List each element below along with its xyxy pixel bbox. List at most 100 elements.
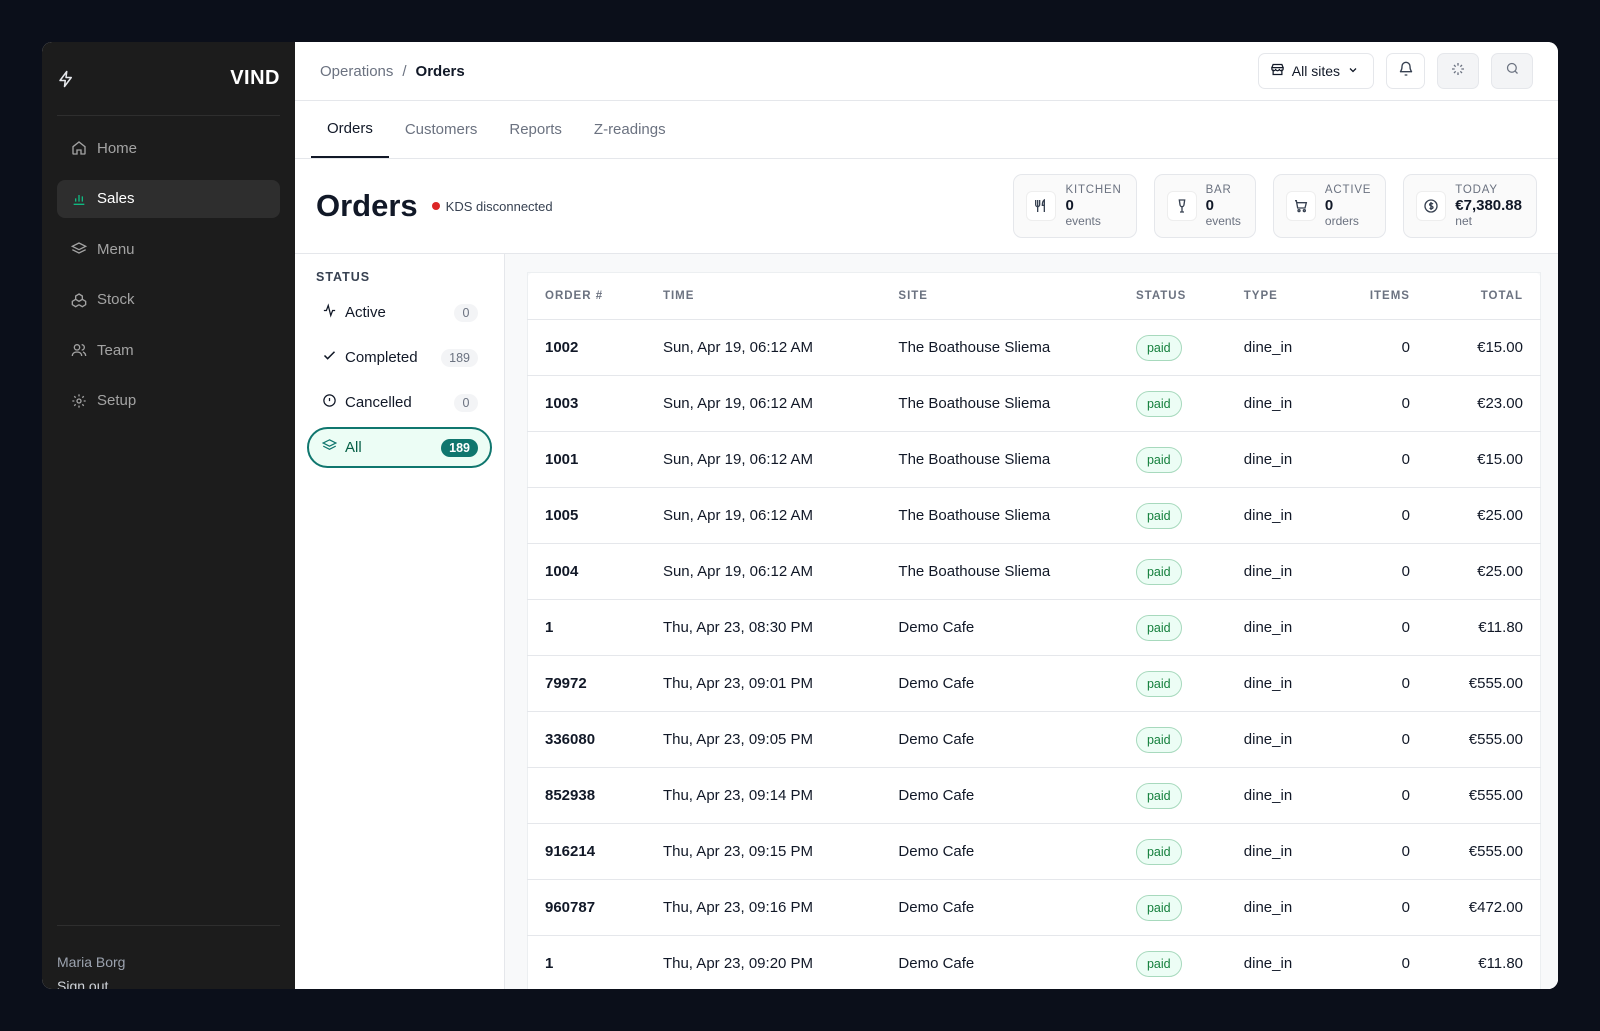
table-row[interactable]: 852938 Thu, Apr 23, 09:14 PM Demo Cafe paid…: [527, 767, 1541, 824]
sidebar-item-sales[interactable]: Sales: [57, 179, 280, 218]
sidebar-item-label: Stock: [97, 291, 135, 308]
stat-label: BAR: [1205, 184, 1232, 196]
sidebar-item-menu[interactable]: Menu: [57, 230, 280, 268]
cell-status: paid: [1118, 319, 1227, 376]
cell-order-number: 1004: [527, 543, 646, 600]
sidebar-header: VIND: [57, 42, 280, 116]
table-row[interactable]: 1 Thu, Apr 23, 08:30 PM Demo Cafe paid dine_…: [527, 599, 1541, 656]
status-badge: paid: [1135, 782, 1182, 809]
sidebar-item-home[interactable]: Home: [57, 129, 280, 167]
stat-active[interactable]: ACTIVE 0 orders: [1272, 174, 1387, 238]
filter-active[interactable]: Active 0: [307, 292, 492, 333]
table-row[interactable]: 1002 Sun, Apr 19, 06:12 AM The Boathouse S…: [527, 319, 1541, 376]
column-header-order[interactable]: ORDER #: [527, 272, 646, 320]
column-header-total[interactable]: TOTAL: [1426, 272, 1541, 320]
table-row[interactable]: 916214 Thu, Apr 23, 09:15 PM Demo Cafe paid…: [527, 823, 1541, 880]
tab-orders[interactable]: Orders: [311, 101, 389, 158]
table-row[interactable]: 1003 Sun, Apr 19, 06:12 AM The Boathouse S…: [527, 375, 1541, 432]
stat-sub: net: [1455, 214, 1472, 228]
column-header-time[interactable]: TIME: [645, 272, 882, 320]
filter-label: All: [345, 439, 362, 456]
status-badge: paid: [1135, 950, 1182, 977]
stat-bar[interactable]: BAR 0 events: [1153, 174, 1256, 238]
cell-items: 0: [1332, 879, 1427, 936]
cell-site: Demo Cafe: [881, 711, 1119, 768]
cell-order-number: 336080: [527, 711, 646, 768]
cell-items: 0: [1332, 823, 1427, 880]
cell-order-number: 960787: [527, 879, 646, 936]
cell-time: Thu, Apr 23, 08:30 PM: [645, 599, 882, 656]
stat-today[interactable]: TODAY €7,380.88 net: [1403, 174, 1537, 238]
cell-items: 0: [1332, 375, 1427, 432]
bolt-icon[interactable]: [57, 69, 77, 89]
assistant-button[interactable]: [1437, 53, 1479, 89]
sign-out-link[interactable]: Sign out: [57, 978, 280, 989]
notifications-button[interactable]: [1386, 53, 1425, 89]
cell-site: Demo Cafe: [881, 879, 1119, 936]
stat-kitchen[interactable]: KITCHEN 0 events: [1013, 174, 1137, 238]
gear-icon: [70, 392, 88, 410]
tab-z-readings[interactable]: Z-readings: [578, 101, 682, 158]
boxes-icon: [70, 291, 88, 309]
cell-items: 0: [1332, 543, 1427, 600]
column-header-site[interactable]: SITE: [881, 272, 1119, 320]
filter-label: Active: [345, 304, 386, 321]
cart-icon: [1285, 191, 1316, 221]
status-badge: paid: [1135, 838, 1182, 865]
cell-total: €11.80: [1426, 935, 1541, 989]
stat-sub: orders: [1324, 214, 1359, 228]
breadcrumb-current: Orders: [415, 62, 465, 80]
site-selector-label: All sites: [1291, 63, 1340, 79]
table-row[interactable]: 79972 Thu, Apr 23, 09:01 PM Demo Cafe paid d…: [527, 655, 1541, 712]
kds-status: KDS disconnected: [431, 199, 553, 214]
breadcrumb-parent[interactable]: Operations: [320, 63, 393, 80]
sidebar-item-setup[interactable]: Setup: [57, 382, 280, 420]
cell-items: 0: [1332, 711, 1427, 768]
filter-all[interactable]: All 189: [307, 427, 492, 468]
sidebar-item-stock[interactable]: Stock: [57, 281, 280, 319]
tab-reports[interactable]: Reports: [493, 101, 578, 158]
cell-type: dine_in: [1226, 375, 1333, 432]
sidebar-item-team[interactable]: Team: [57, 331, 280, 369]
cell-type: dine_in: [1226, 487, 1333, 544]
table-row[interactable]: 1004 Sun, Apr 19, 06:12 AM The Boathouse S…: [527, 543, 1541, 600]
table-row[interactable]: 1005 Sun, Apr 19, 06:12 AM The Boathouse S…: [527, 487, 1541, 544]
cell-total: €15.00: [1426, 431, 1541, 488]
table-row[interactable]: 1 Thu, Apr 23, 09:20 PM Demo Cafe paid dine_…: [527, 935, 1541, 989]
table-row[interactable]: 336080 Thu, Apr 23, 09:05 PM Demo Cafe paid…: [527, 711, 1541, 768]
cell-time: Thu, Apr 23, 09:15 PM: [645, 823, 882, 880]
cell-items: 0: [1332, 431, 1427, 488]
filter-cancelled[interactable]: Cancelled 0: [307, 382, 492, 423]
cell-total: €15.00: [1426, 319, 1541, 376]
status-filter-panel: STATUS Active 0 Completed 189 Cancelled …: [295, 254, 505, 989]
column-header-status[interactable]: STATUS: [1118, 272, 1227, 320]
cell-status: paid: [1118, 879, 1227, 936]
store-icon: [1270, 62, 1285, 80]
site-selector[interactable]: All sites: [1257, 53, 1374, 89]
cell-time: Thu, Apr 23, 09:05 PM: [645, 711, 882, 768]
cell-type: dine_in: [1226, 879, 1333, 936]
cell-items: 0: [1332, 935, 1427, 989]
cell-type: dine_in: [1226, 823, 1333, 880]
cell-type: dine_in: [1226, 543, 1333, 600]
cell-order-number: 916214: [527, 823, 646, 880]
column-header-type[interactable]: TYPE: [1226, 272, 1333, 320]
cell-total: €25.00: [1426, 487, 1541, 544]
table-row[interactable]: 1001 Sun, Apr 19, 06:12 AM The Boathouse S…: [527, 431, 1541, 488]
table-row[interactable]: 960787 Thu, Apr 23, 09:16 PM Demo Cafe paid…: [527, 879, 1541, 936]
filter-completed[interactable]: Completed 189: [307, 337, 492, 378]
cell-status: paid: [1118, 655, 1227, 712]
status-badge: paid: [1135, 558, 1182, 585]
cell-status: paid: [1118, 487, 1227, 544]
sparkle-icon: [1450, 61, 1466, 82]
cell-time: Thu, Apr 23, 09:16 PM: [645, 879, 882, 936]
tab-customers[interactable]: Customers: [389, 101, 494, 158]
status-badge: paid: [1135, 726, 1182, 753]
filter-title: STATUS: [316, 270, 371, 284]
column-header-items[interactable]: ITEMS: [1332, 272, 1427, 320]
cell-time: Sun, Apr 19, 06:12 AM: [645, 487, 882, 544]
search-button[interactable]: [1491, 53, 1533, 89]
user-name: Maria Borg: [57, 954, 126, 970]
cell-site: The Boathouse Sliema: [881, 431, 1119, 488]
home-icon: [70, 139, 88, 157]
